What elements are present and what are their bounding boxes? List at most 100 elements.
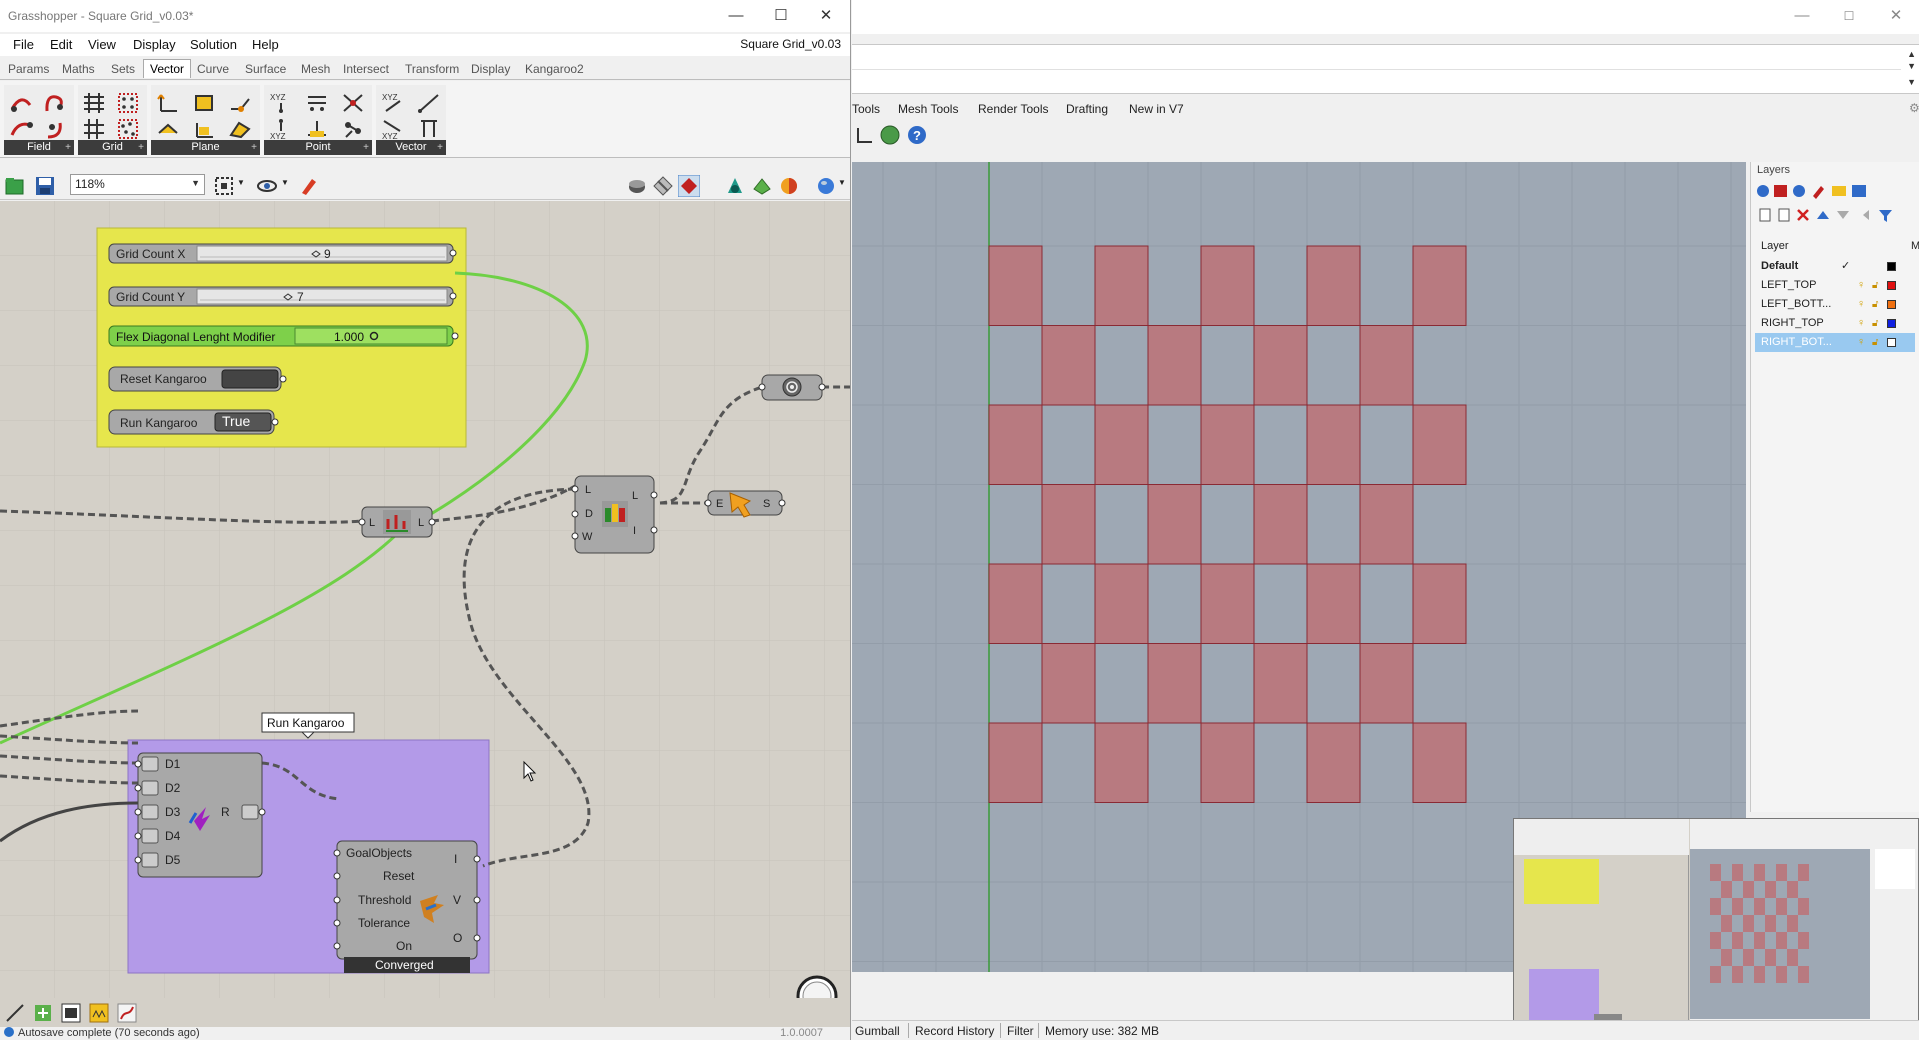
input-port[interactable] bbox=[134, 784, 142, 792]
add-scribble-icon[interactable] bbox=[88, 1002, 110, 1024]
bake-green-icon[interactable] bbox=[724, 175, 746, 197]
filter-toggle[interactable]: Filter bbox=[1007, 1024, 1034, 1038]
input-port[interactable] bbox=[333, 942, 341, 950]
tab-params[interactable]: Params bbox=[8, 62, 49, 76]
window-thumbnail-preview[interactable] bbox=[1513, 818, 1919, 1040]
grid-cell[interactable] bbox=[988, 722, 1043, 803]
layer-row-right-bottom[interactable]: RIGHT_BOT... ♀ 🔓︎ bbox=[1755, 333, 1915, 352]
grid-cell[interactable] bbox=[1412, 722, 1467, 803]
grid-cell[interactable] bbox=[988, 563, 1043, 644]
closest-point-icon[interactable] bbox=[340, 91, 366, 115]
field-spin-charge-icon[interactable] bbox=[42, 91, 68, 115]
menu-file[interactable]: File bbox=[13, 37, 34, 52]
lock-icon[interactable]: 🔓︎ bbox=[1872, 295, 1878, 314]
tab-kangaroo2[interactable]: Kangaroo2 bbox=[525, 62, 584, 76]
menu-display[interactable]: Display bbox=[133, 37, 176, 52]
rectangular-grid-icon[interactable] bbox=[81, 91, 107, 115]
grid-cell[interactable] bbox=[1041, 643, 1096, 724]
menu-help[interactable]: Help bbox=[252, 37, 279, 52]
zoom-extents-icon[interactable] bbox=[213, 175, 235, 197]
grid-cell[interactable] bbox=[1094, 404, 1149, 485]
layer-color-swatch[interactable] bbox=[1887, 300, 1896, 309]
output-port[interactable] bbox=[428, 518, 436, 526]
maximize-button[interactable]: ☐ bbox=[761, 4, 801, 28]
plane-normal-icon[interactable] bbox=[191, 117, 217, 141]
hexagonal-grid-icon[interactable] bbox=[81, 117, 107, 141]
input-port[interactable] bbox=[571, 510, 579, 518]
minimize-button[interactable]: — bbox=[716, 4, 756, 28]
entwine-component[interactable] bbox=[134, 752, 266, 878]
scroll-up-icon[interactable]: ▲ bbox=[1907, 49, 1916, 59]
layer-color-swatch[interactable] bbox=[1887, 338, 1896, 347]
grasshopper-canvas[interactable]: Grid Count X 9 Grid Count Y 7 Flex Diago… bbox=[0, 201, 850, 998]
lock-icon[interactable]: 🔓︎ bbox=[1872, 314, 1878, 333]
tab-sets[interactable]: Sets bbox=[111, 62, 135, 76]
plane-xy-icon[interactable] bbox=[155, 117, 181, 141]
tab-surface[interactable]: Surface bbox=[245, 62, 286, 76]
record-history-toggle[interactable]: Record History bbox=[915, 1024, 994, 1038]
move-down-icon[interactable] bbox=[1837, 211, 1849, 219]
tab-tools[interactable]: Tools bbox=[852, 102, 880, 116]
preview-selected-icon[interactable] bbox=[678, 175, 700, 197]
grid-cell[interactable] bbox=[1412, 245, 1467, 326]
properties-tab-icon[interactable] bbox=[1793, 185, 1805, 197]
light-bulb-icon[interactable]: ♀ bbox=[1857, 333, 1865, 352]
lock-icon[interactable]: 🔓︎ bbox=[1872, 333, 1878, 352]
input-port[interactable] bbox=[134, 856, 142, 864]
chevron-down-icon[interactable]: ▼ bbox=[838, 178, 846, 187]
tab-new-in-v7[interactable]: New in V7 bbox=[1129, 102, 1184, 116]
new-layer-icon[interactable] bbox=[1759, 208, 1771, 222]
layer-color-swatch[interactable] bbox=[1887, 319, 1896, 328]
tab-render-tools[interactable]: Render Tools bbox=[978, 102, 1049, 116]
input-port[interactable] bbox=[134, 760, 142, 768]
deconstruct-point-icon[interactable]: XYZ bbox=[268, 117, 294, 141]
rhino-restore-button[interactable]: ☐ bbox=[1829, 4, 1869, 28]
chevron-down-icon[interactable]: ▼ bbox=[1907, 77, 1916, 87]
input-port[interactable] bbox=[134, 808, 142, 816]
construct-point-icon[interactable]: XYZ bbox=[268, 91, 294, 115]
help-icon[interactable]: ? bbox=[906, 124, 928, 146]
filter-icon[interactable] bbox=[1879, 210, 1892, 222]
layer-row-default[interactable]: Default ✓ bbox=[1755, 257, 1915, 276]
input-port[interactable] bbox=[333, 849, 341, 857]
deconstruct-vector-icon[interactable]: XYZ bbox=[380, 117, 406, 141]
kangaroo-solver-component[interactable] bbox=[333, 840, 481, 973]
gumball-toggle[interactable]: Gumball bbox=[855, 1024, 900, 1038]
output-port[interactable] bbox=[650, 491, 658, 499]
sketch-pen-icon[interactable] bbox=[298, 175, 320, 197]
layer-row-left-bottom[interactable]: LEFT_BOTT... ♀ 🔓︎ bbox=[1755, 295, 1915, 314]
grid-cell[interactable] bbox=[988, 245, 1043, 326]
tab-mesh-tools[interactable]: Mesh Tools bbox=[898, 102, 958, 116]
field-merge-icon[interactable] bbox=[8, 117, 34, 141]
grid-cell[interactable] bbox=[1041, 325, 1096, 406]
output-port[interactable] bbox=[271, 418, 279, 426]
populate-grid-icon[interactable] bbox=[115, 117, 141, 141]
grid-cell[interactable] bbox=[1147, 643, 1202, 724]
grid-cell[interactable] bbox=[1253, 643, 1308, 724]
output-port[interactable] bbox=[473, 896, 481, 904]
vector-2pt-icon[interactable] bbox=[416, 91, 442, 115]
preview-wire-icon[interactable] bbox=[626, 175, 648, 197]
add-wire-icon[interactable] bbox=[116, 1002, 138, 1024]
input-port[interactable] bbox=[134, 832, 142, 840]
tab-mesh[interactable]: Mesh bbox=[301, 62, 330, 76]
vector-display-icon[interactable] bbox=[416, 117, 442, 141]
tab-maths[interactable]: Maths bbox=[62, 62, 95, 76]
rhino-minimize-button[interactable]: — bbox=[1782, 4, 1822, 28]
output-port[interactable] bbox=[279, 375, 287, 383]
new-sublayer-icon[interactable] bbox=[1778, 208, 1790, 222]
grid-cell[interactable] bbox=[1094, 245, 1149, 326]
display-tab-icon[interactable] bbox=[1813, 186, 1824, 199]
square-grid-icon[interactable] bbox=[115, 91, 141, 115]
input-port[interactable] bbox=[758, 383, 766, 391]
close-button[interactable]: ✕ bbox=[806, 4, 846, 28]
layer-color-swatch[interactable] bbox=[1887, 281, 1896, 290]
light-bulb-icon[interactable]: ♀ bbox=[1857, 295, 1865, 314]
grid-cell[interactable] bbox=[1359, 484, 1414, 565]
numbers-to-points-icon[interactable] bbox=[304, 91, 330, 115]
light-bulb-icon[interactable]: ♀ bbox=[1857, 314, 1865, 333]
layer-tab-icon[interactable] bbox=[1757, 185, 1769, 197]
grid-cell[interactable] bbox=[1412, 404, 1467, 485]
named-view-tab-icon[interactable] bbox=[1852, 185, 1866, 197]
output-port[interactable] bbox=[449, 292, 457, 300]
